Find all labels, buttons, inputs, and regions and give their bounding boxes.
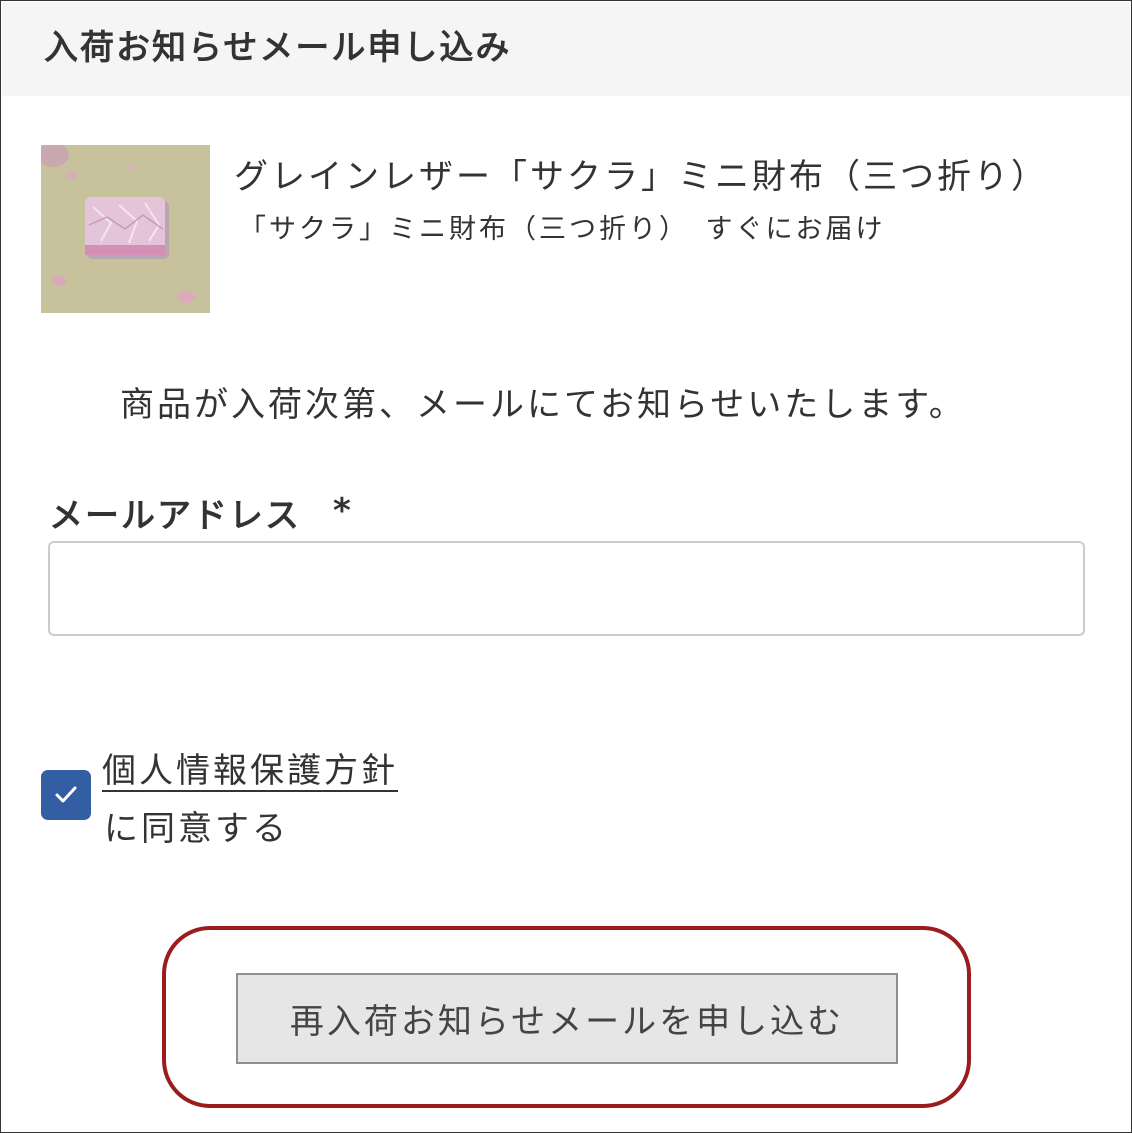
agree-checkbox[interactable]: [41, 770, 91, 820]
privacy-policy-link[interactable]: 個人情報保護方針: [102, 743, 398, 792]
notice-text: 商品が入荷次第、メールにてお知らせいたします。: [120, 385, 966, 425]
notification-dialog: 入荷お知らせメール申し込み グレインレザー「サクラ」ミニ財布（三つ折り） 「サク…: [0, 0, 1132, 1133]
required-mark: *: [333, 491, 351, 531]
product-image: [41, 145, 210, 313]
product-variant: 「サクラ」ミニ財布（三つ折り） すぐにお届け: [239, 214, 886, 245]
product-photo-icon: [41, 145, 210, 313]
submit-button[interactable]: 再入荷お知らせメールを申し込む: [236, 973, 898, 1064]
checkmark-icon: [55, 786, 77, 803]
dialog-title: 入荷お知らせメール申し込み: [44, 28, 512, 68]
dialog-header: 入荷お知らせメール申し込み: [2, 2, 1130, 96]
product-name: グレインレザー「サクラ」ミニ財布（三つ折り）: [234, 157, 1048, 197]
email-label: メールアドレス: [49, 496, 301, 536]
email-input[interactable]: [48, 541, 1085, 636]
agree-label: に同意する: [104, 809, 289, 849]
